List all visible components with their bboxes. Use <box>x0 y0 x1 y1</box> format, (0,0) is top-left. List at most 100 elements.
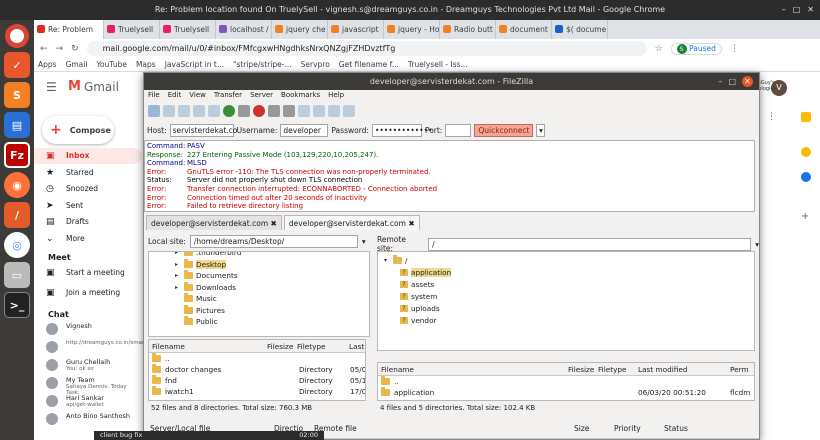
chromium-icon[interactable]: ◎ <box>4 232 30 258</box>
toggle-queue-icon[interactable] <box>208 104 220 117</box>
add-icon[interactable]: + <box>801 212 811 222</box>
local-file-row[interactable]: iwatch1 Directory 17/0 <box>149 386 365 397</box>
chat-item[interactable]: Vignesh <box>34 322 142 338</box>
remote-file-row[interactable]: application 06/03/20 00:51:20 flcdm <box>378 387 754 398</box>
meet-item[interactable]: ▣ Start a meeting <box>34 265 142 281</box>
chrome-icon[interactable] <box>5 24 29 48</box>
minimize-icon[interactable]: – <box>782 0 786 20</box>
close-tab-icon[interactable]: ✖ <box>268 219 277 228</box>
close-tab-icon[interactable]: ✖ <box>406 219 414 228</box>
browser-tab[interactable]: Truelysell <box>160 20 216 39</box>
column-header[interactable]: Last modified <box>638 363 687 376</box>
host-input[interactable]: servisterdekat.co <box>169 123 237 137</box>
port-input[interactable] <box>445 123 472 137</box>
gmail-logo[interactable]: M Gmail <box>68 79 119 94</box>
bookmark-item[interactable]: Apps <box>38 58 57 71</box>
site-manager-icon[interactable] <box>148 104 160 117</box>
menu-icon[interactable]: ⋮ <box>730 44 739 54</box>
firefox-icon[interactable]: ◉ <box>4 172 30 198</box>
terminal-icon[interactable]: >_ <box>4 292 30 318</box>
refresh-icon[interactable] <box>223 104 235 117</box>
bookmark-item[interactable]: Truelysell - Iss... <box>408 58 468 71</box>
column-header[interactable]: Last <box>349 340 364 353</box>
mini-window[interactable]: client bug fix 02:00 <box>94 431 324 440</box>
close-icon[interactable]: ✕ <box>807 0 814 20</box>
expand-icon[interactable]: ▸ <box>175 252 181 256</box>
chat-item[interactable]: Hari Sankar api/get-wallet <box>34 394 142 410</box>
star-icon[interactable]: ☆ <box>655 44 663 54</box>
tasks-icon[interactable]: ✓ <box>4 52 30 78</box>
password-input[interactable]: ••••••••••••• <box>371 123 432 137</box>
keep-icon[interactable] <box>801 147 811 157</box>
column-header[interactable]: Size <box>574 422 589 435</box>
expand-icon[interactable]: ▸ <box>175 284 181 291</box>
toggle-local-tree-icon[interactable] <box>178 104 190 117</box>
chat-item[interactable]: My Team Sahaya Dennis: Today Task: <box>34 376 142 396</box>
local-file-row[interactable]: .. <box>149 353 365 364</box>
search-icon[interactable] <box>343 104 355 117</box>
back-icon[interactable]: ← <box>40 44 48 54</box>
column-header[interactable]: Priority <box>614 422 641 435</box>
browser-tab[interactable]: jquery - Ho <box>384 20 440 39</box>
main-menu-icon[interactable]: ☰ <box>46 80 57 94</box>
maximize-icon[interactable]: □ <box>728 73 736 90</box>
toggle-log-icon[interactable] <box>163 104 175 117</box>
meet-item[interactable]: ▣ Join a meeting <box>34 285 142 301</box>
local-tree-node[interactable]: ▸ Desktop <box>175 258 227 269</box>
sublime-icon[interactable]: S <box>4 82 30 108</box>
local-tree-node[interactable]: ▸ Downloads <box>175 281 236 292</box>
bookmark-item[interactable]: YouTube <box>96 58 127 71</box>
bookmark-item[interactable]: Get filename f... <box>339 58 399 71</box>
document-icon[interactable]: ▤ <box>4 112 30 138</box>
filezilla-icon[interactable]: Fz <box>4 142 30 168</box>
sync-browse-icon[interactable] <box>328 104 340 117</box>
compare-icon[interactable] <box>313 104 325 117</box>
remote-tree-node[interactable]: ? uploads <box>400 304 440 313</box>
browser-tab[interactable]: Re: Problem <box>34 20 104 39</box>
remote-path-input[interactable]: / <box>428 237 752 251</box>
column-header[interactable]: Filename <box>381 363 414 376</box>
remote-tree-node[interactable]: ? assets <box>400 280 434 289</box>
maximize-icon[interactable]: □ <box>793 0 801 20</box>
reconnect-icon[interactable] <box>283 104 295 117</box>
remote-tree-root[interactable]: ▾ / <box>384 255 407 265</box>
expand-icon[interactable]: ▾ <box>384 257 390 264</box>
more-icon[interactable]: ⋮ <box>767 112 776 122</box>
minimize-icon[interactable]: – <box>718 73 722 90</box>
bookmark-item[interactable]: "stripe/stripe-... <box>233 58 292 71</box>
chat-item[interactable]: http://dreamguys.co.in/smartfix <box>34 340 153 356</box>
postman-icon[interactable]: / <box>4 202 30 228</box>
browser-tab[interactable]: javascript <box>328 20 384 39</box>
close-icon[interactable]: ✕ <box>742 76 753 87</box>
browser-tab[interactable]: document <box>496 20 552 39</box>
browser-tab[interactable]: localhost / <box>216 20 272 39</box>
menu-item[interactable]: View <box>189 90 206 101</box>
expand-icon[interactable]: ▸ <box>175 272 181 279</box>
browser-tab[interactable]: Radio butt <box>440 20 496 39</box>
column-header[interactable]: Status <box>664 422 688 435</box>
local-tree-node[interactable]: Public <box>175 316 218 326</box>
local-tree-node[interactable]: Pictures <box>175 304 225 315</box>
profile-paused[interactable]: S Paused <box>670 42 722 55</box>
nav-item-drafts[interactable]: ▤ Drafts <box>34 214 142 230</box>
bookmark-item[interactable]: Gmail <box>66 58 88 71</box>
local-tree-node[interactable]: ▸ .thunderbird <box>175 252 241 257</box>
chat-item[interactable]: Guru Chellaih You: ok sir <box>34 358 142 374</box>
forward-icon[interactable]: → <box>56 44 64 54</box>
menu-item[interactable]: Edit <box>168 90 182 101</box>
local-tree-node[interactable]: Music <box>175 293 217 303</box>
bookmark-item[interactable]: Maps <box>136 58 156 71</box>
chat-item[interactable]: Anto Bino Santhosh <box>34 412 142 428</box>
nav-item-more[interactable]: ⌄ More <box>34 231 142 247</box>
local-path-input[interactable]: /home/dreams/Desktop/ <box>189 235 358 248</box>
username-input[interactable]: developer <box>280 123 329 137</box>
remote-tree-node[interactable]: ? system <box>400 292 437 301</box>
bookmark-item[interactable]: Servpro <box>301 58 330 71</box>
toggle-remote-tree-icon[interactable] <box>193 104 205 117</box>
local-file-row[interactable]: fnd Directory 05/1 <box>149 375 365 386</box>
reload-icon[interactable]: ↻ <box>71 44 79 54</box>
site-tab[interactable]: developer@servisterdekat.com ✖ <box>146 215 282 230</box>
local-path-dropdown[interactable]: ▾ <box>362 237 366 246</box>
files-icon[interactable]: ▭ <box>4 262 30 288</box>
column-header[interactable]: Filesize <box>568 363 594 376</box>
